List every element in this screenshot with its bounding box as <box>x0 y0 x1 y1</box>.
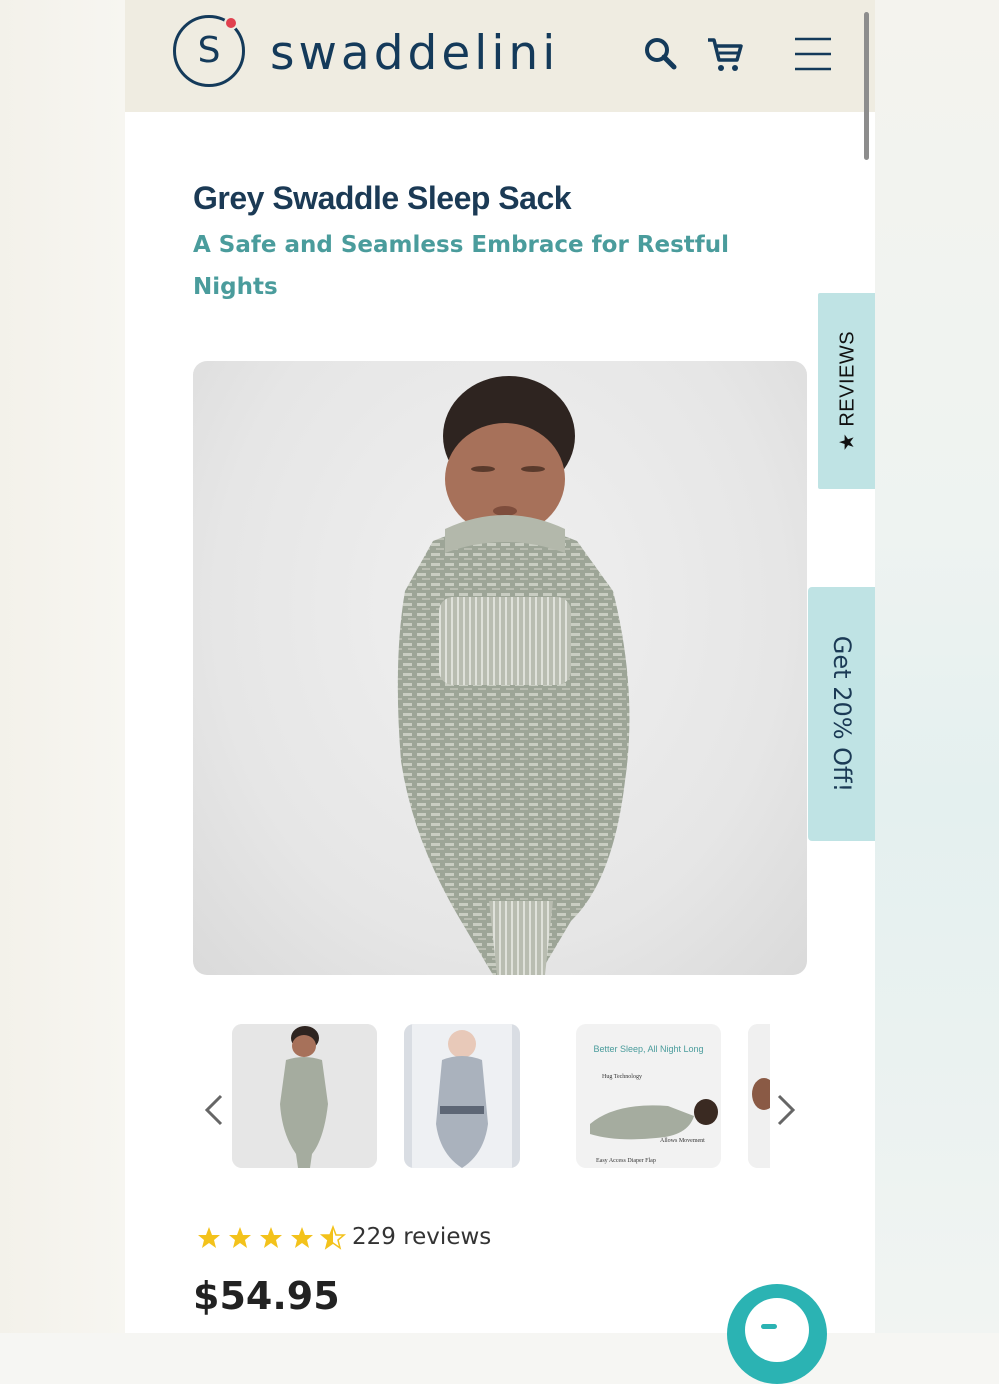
thumbnail-4[interactable] <box>748 1024 770 1168</box>
hamburger-menu-icon[interactable] <box>793 34 833 74</box>
carousel-prev-button[interactable] <box>201 1092 227 1128</box>
thumbnail-note-1: Hug Technology <box>602 1074 642 1080</box>
chat-bubble-icon <box>745 1298 809 1362</box>
brand-logo-mark[interactable]: S <box>173 15 245 87</box>
discount-side-tab[interactable]: Get 20% Off! <box>808 587 875 841</box>
scrollbar[interactable] <box>864 12 869 160</box>
thumbnail-1[interactable] <box>232 1024 377 1168</box>
reviews-tab-label: ★ REVIEWS <box>836 330 858 452</box>
logo-letter: S <box>197 30 221 71</box>
chat-icon-line <box>761 1324 777 1329</box>
product-subtitle: A Safe and Seamless Embrace for Restful … <box>193 232 730 300</box>
thumbnail-caption: Better Sleep, All Night Long <box>593 1044 704 1054</box>
background-right <box>875 0 999 1333</box>
product-title: Grey Swaddle Sleep Sack <box>193 180 572 216</box>
product-main-image[interactable] <box>193 361 807 975</box>
product-page: S swaddelini Grey Swaddle Sleep Sack A S… <box>125 0 875 1333</box>
thumbnail-3[interactable]: Better Sleep, All Night Long Hug Technol… <box>576 1024 721 1168</box>
review-count[interactable]: 229 reviews <box>352 1224 491 1250</box>
reviews-side-tab[interactable]: ★ REVIEWS <box>818 293 875 489</box>
brand-logo-text[interactable]: swaddelini <box>270 28 559 80</box>
chat-button[interactable] <box>727 1284 827 1384</box>
product-price: $54.95 <box>193 1274 340 1318</box>
thumbnail-2[interactable] <box>404 1024 520 1168</box>
thumbnail-note-3: Easy Access Diaper Flap <box>596 1158 656 1164</box>
site-header: S swaddelini <box>125 0 875 112</box>
cart-icon[interactable] <box>705 34 745 74</box>
thumbnail-note-2: Allows Movement <box>660 1138 705 1144</box>
discount-tab-label: Get 20% Off! <box>827 635 856 793</box>
search-icon[interactable] <box>641 34 681 74</box>
logo-dot <box>224 16 238 30</box>
rating-stars <box>195 1224 355 1252</box>
background-left <box>0 0 125 1333</box>
carousel-next-button[interactable] <box>773 1092 799 1128</box>
